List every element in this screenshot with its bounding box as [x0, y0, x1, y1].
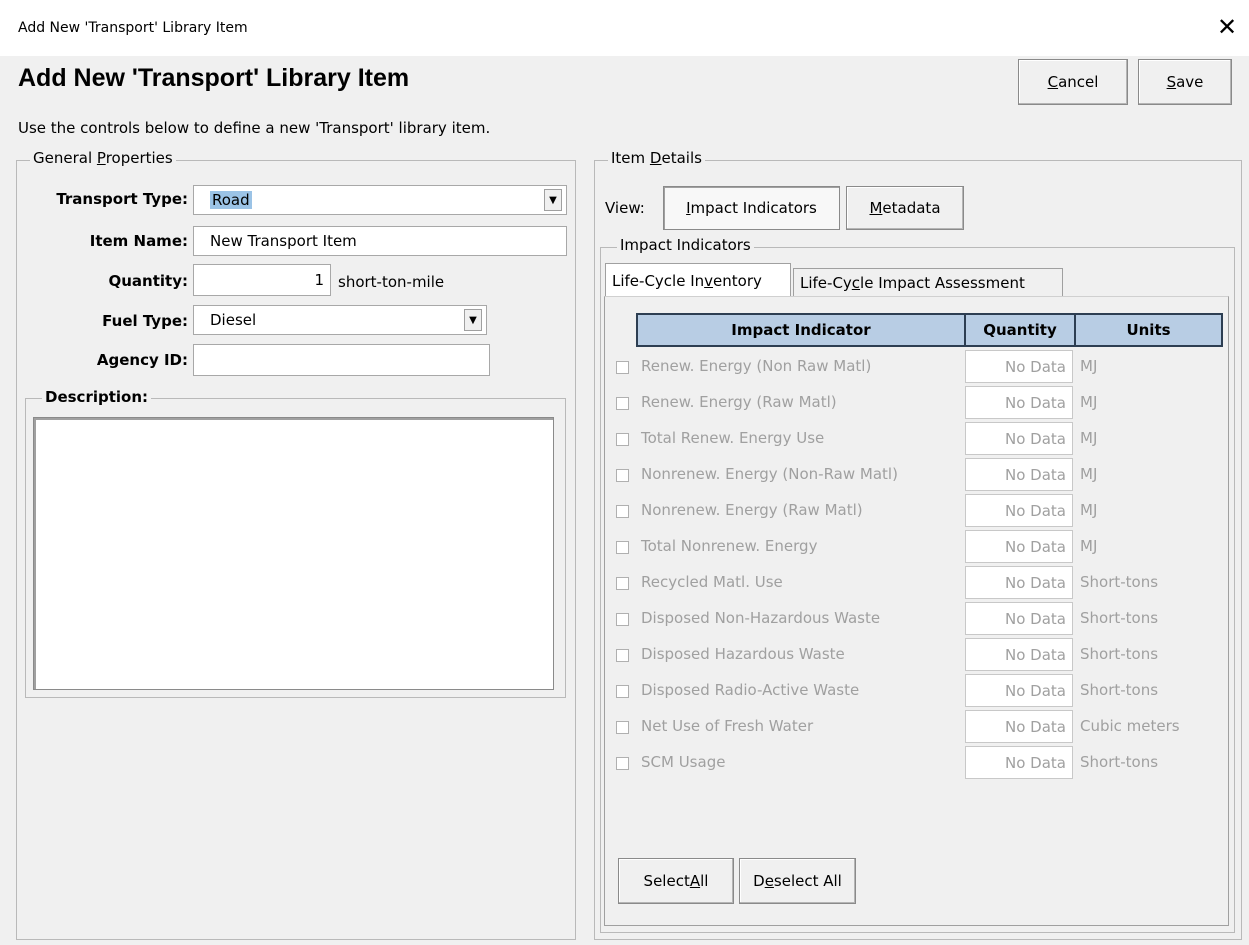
description-label: Description:	[42, 388, 152, 406]
row-units: MJ	[1080, 357, 1098, 375]
close-icon[interactable]: ✕	[1212, 12, 1242, 42]
row-units: Short-tons	[1080, 609, 1159, 627]
row-checkbox[interactable]	[616, 757, 629, 770]
row-checkbox[interactable]	[616, 361, 629, 374]
row-indicator-name: Renew. Energy (Non Raw Matl)	[641, 357, 872, 375]
tab-life-cycle-impact-assessment[interactable]: Life-Cy c le Impact Assessment	[793, 268, 1063, 297]
column-header-units: Units	[1074, 313, 1223, 347]
row-indicator-name: Net Use of Fresh Water	[641, 717, 814, 735]
row-checkbox[interactable]	[616, 721, 629, 734]
view-impact-indicators-button[interactable]: Impact Indicators	[663, 186, 840, 230]
row-quantity-input[interactable]: No Data	[965, 710, 1073, 743]
row-units: MJ	[1080, 393, 1098, 411]
row-units: Short-tons	[1080, 645, 1159, 663]
row-indicator-name: Recycled Matl. Use	[641, 573, 783, 591]
select-all-button[interactable]: Select All	[618, 858, 734, 904]
view-label: View:	[605, 199, 645, 217]
quantity-unit: short-ton-mile	[338, 273, 445, 291]
row-indicator-name: SCM Usage	[641, 753, 726, 771]
quantity-label: Quantity:	[108, 272, 189, 290]
row-checkbox[interactable]	[616, 577, 629, 590]
row-indicator-name: Total Renew. Energy Use	[641, 429, 825, 447]
row-indicator-name: Total Nonrenew. Energy	[641, 537, 818, 555]
row-indicator-name: Disposed Hazardous Waste	[641, 645, 845, 663]
item-name-label: Item Name:	[89, 232, 188, 250]
chevron-down-icon[interactable]: ▼	[544, 189, 562, 211]
deselect-all-button[interactable]: De select All	[739, 858, 856, 904]
row-quantity-input[interactable]: No Data	[965, 422, 1073, 455]
row-checkbox[interactable]	[616, 541, 629, 554]
row-quantity-input[interactable]: No Data	[965, 458, 1073, 491]
page-subtitle: Use the controls below to define a new '…	[18, 119, 491, 137]
row-quantity-input[interactable]: No Data	[965, 602, 1073, 635]
agency-id-input[interactable]	[193, 344, 490, 376]
row-quantity-input[interactable]: No Data	[965, 386, 1073, 419]
transport-type-value: Road	[210, 191, 252, 209]
column-header-indicator: Impact Indicator	[636, 313, 966, 347]
row-indicator-name: Nonrenew. Energy (Non-Raw Matl)	[641, 465, 898, 483]
row-units: MJ	[1080, 429, 1098, 447]
cancel-button[interactable]: Cancel	[1018, 59, 1128, 105]
view-metadata-button[interactable]: Metadata	[846, 186, 964, 230]
tab-life-cycle-inventory[interactable]: Life-Cycle In v entory	[605, 263, 791, 297]
row-units: Short-tons	[1080, 753, 1159, 771]
row-indicator-name: Disposed Non-Hazardous Waste	[641, 609, 881, 627]
row-units: Short-tons	[1080, 681, 1159, 699]
fuel-type-select[interactable]: Diesel ▼	[193, 305, 487, 335]
description-textarea[interactable]	[33, 417, 554, 690]
general-properties-legend: General Properties	[30, 149, 176, 167]
item-details-legend: Item Details	[608, 149, 705, 167]
row-checkbox[interactable]	[616, 433, 629, 446]
row-checkbox[interactable]	[616, 685, 629, 698]
row-quantity-input[interactable]: No Data	[965, 674, 1073, 707]
agency-id-label: Agency ID:	[96, 351, 188, 369]
window-title: Add New 'Transport' Library Item	[18, 20, 248, 36]
chevron-down-icon[interactable]: ▼	[464, 309, 482, 331]
row-units: Short-tons	[1080, 573, 1159, 591]
row-units: MJ	[1080, 501, 1098, 519]
row-quantity-input[interactable]: No Data	[965, 746, 1073, 779]
row-quantity-input[interactable]: No Data	[965, 566, 1073, 599]
row-checkbox[interactable]	[616, 469, 629, 482]
item-name-input[interactable]: New Transport Item	[193, 226, 567, 256]
row-indicator-name: Disposed Radio-Active Waste	[641, 681, 860, 699]
quantity-input[interactable]: 1	[193, 264, 331, 296]
row-checkbox[interactable]	[616, 505, 629, 518]
row-checkbox[interactable]	[616, 613, 629, 626]
save-button[interactable]: Save	[1138, 59, 1232, 105]
page-title: Add New 'Transport' Library Item	[18, 64, 410, 92]
row-units: MJ	[1080, 537, 1098, 555]
row-indicator-name: Nonrenew. Energy (Raw Matl)	[641, 501, 863, 519]
row-units: MJ	[1080, 465, 1098, 483]
impact-indicators-legend: Impact Indicators	[617, 236, 754, 254]
transport-type-select[interactable]: Road ▼	[193, 185, 567, 215]
row-indicator-name: Renew. Energy (Raw Matl)	[641, 393, 837, 411]
row-quantity-input[interactable]: No Data	[965, 530, 1073, 563]
row-quantity-input[interactable]: No Data	[965, 494, 1073, 527]
row-quantity-input[interactable]: No Data	[965, 638, 1073, 671]
transport-type-label: Transport Type:	[56, 190, 188, 208]
row-checkbox[interactable]	[616, 397, 629, 410]
row-checkbox[interactable]	[616, 649, 629, 662]
fuel-type-label: Fuel Type:	[102, 312, 188, 330]
fuel-type-value: Diesel	[210, 311, 257, 329]
row-units: Cubic meters	[1080, 717, 1180, 735]
column-header-quantity: Quantity	[964, 313, 1076, 347]
row-quantity-input[interactable]: No Data	[965, 350, 1073, 383]
